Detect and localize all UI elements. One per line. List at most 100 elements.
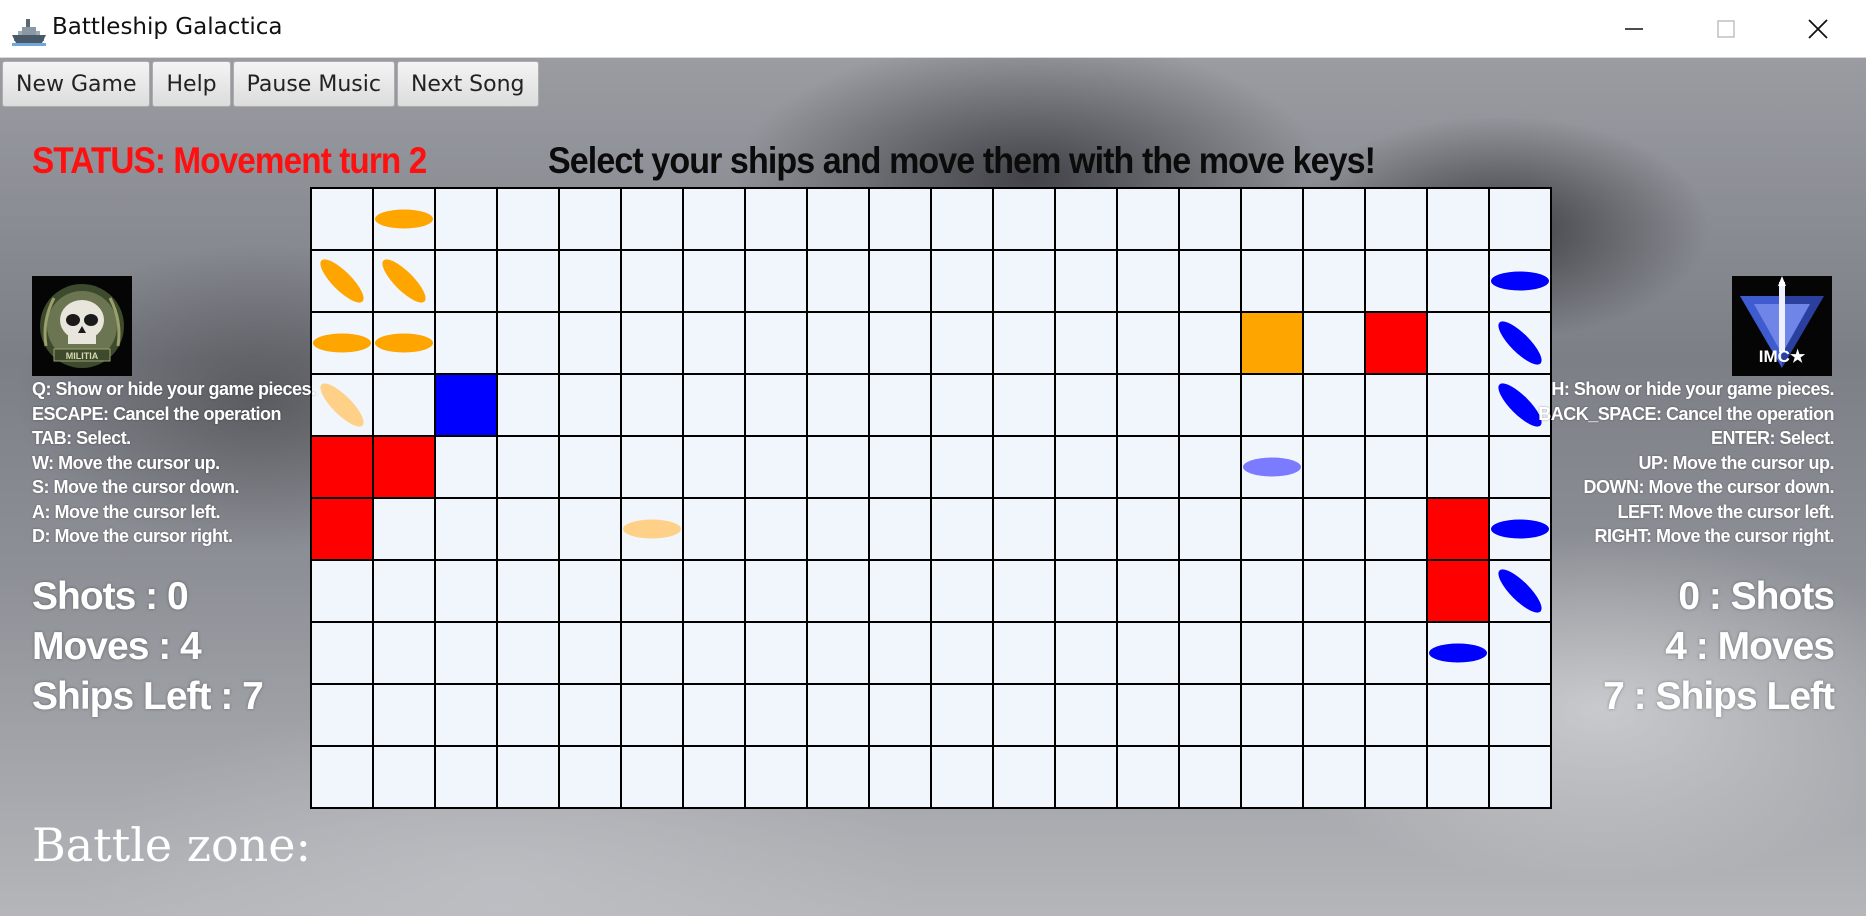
board-cell[interactable]: [684, 747, 744, 807]
board-cell[interactable]: [498, 375, 558, 435]
board-cell[interactable]: [312, 561, 372, 621]
board-cell[interactable]: [684, 499, 744, 559]
board-cell[interactable]: [1304, 437, 1364, 497]
board-cell[interactable]: [808, 437, 868, 497]
board-cell[interactable]: [684, 313, 744, 373]
board-cell[interactable]: [1304, 747, 1364, 807]
board-cell[interactable]: [932, 313, 992, 373]
orange-ship-piece[interactable]: [376, 253, 432, 309]
board-cell[interactable]: [870, 561, 930, 621]
board-cell[interactable]: [498, 251, 558, 311]
board-cell[interactable]: [1366, 561, 1426, 621]
board-cell[interactable]: [1118, 313, 1178, 373]
hit-cell[interactable]: [1366, 313, 1426, 373]
board-cell[interactable]: [498, 747, 558, 807]
board-cell[interactable]: [1180, 561, 1240, 621]
board-cell[interactable]: [1056, 189, 1116, 249]
board-cell[interactable]: [1056, 313, 1116, 373]
board-cell[interactable]: [374, 623, 434, 683]
board-cell[interactable]: [1428, 375, 1488, 435]
board-cell[interactable]: [312, 685, 372, 745]
board-cell[interactable]: [622, 375, 682, 435]
board-cell[interactable]: [684, 375, 744, 435]
board-cell[interactable]: [994, 747, 1054, 807]
board-cell[interactable]: [436, 685, 496, 745]
orange-ship-piece[interactable]: [375, 209, 433, 229]
board-cell[interactable]: [746, 437, 806, 497]
board-cell[interactable]: [1118, 747, 1178, 807]
board-cell[interactable]: [746, 375, 806, 435]
board-cell[interactable]: [994, 313, 1054, 373]
orange-ship-piece[interactable]: [623, 519, 681, 539]
board-cell[interactable]: [1490, 189, 1550, 249]
board-cell[interactable]: [1242, 685, 1302, 745]
hit-cell[interactable]: [1428, 499, 1488, 559]
board-cell[interactable]: [1304, 561, 1364, 621]
board-cell[interactable]: [1490, 747, 1550, 807]
hit-cell[interactable]: [1428, 561, 1488, 621]
board-cell[interactable]: [1118, 189, 1178, 249]
board-cell[interactable]: [994, 251, 1054, 311]
board-cell[interactable]: [1180, 685, 1240, 745]
selection-cursor-cell[interactable]: [1242, 313, 1302, 373]
board-cell[interactable]: [870, 251, 930, 311]
blue-ship-piece[interactable]: [1491, 271, 1549, 291]
board-cell[interactable]: [932, 499, 992, 559]
board-cell[interactable]: [436, 251, 496, 311]
board-cell[interactable]: [1242, 437, 1302, 497]
board-cell[interactable]: [1242, 499, 1302, 559]
board-cell[interactable]: [1118, 623, 1178, 683]
hit-cell[interactable]: [374, 437, 434, 497]
board-cell[interactable]: [498, 313, 558, 373]
board-cell[interactable]: [560, 561, 620, 621]
board-cell[interactable]: [374, 747, 434, 807]
next-song-button[interactable]: Next Song: [396, 61, 539, 107]
board-cell[interactable]: [1242, 623, 1302, 683]
board-cell[interactable]: [622, 561, 682, 621]
board-cell[interactable]: [374, 189, 434, 249]
board-cell[interactable]: [1428, 313, 1488, 373]
board-cell[interactable]: [870, 375, 930, 435]
board-cell[interactable]: [1118, 685, 1178, 745]
board-cell[interactable]: [560, 375, 620, 435]
board-cell[interactable]: [870, 747, 930, 807]
board-cell[interactable]: [1490, 685, 1550, 745]
board-cell[interactable]: [1428, 437, 1488, 497]
board-cell[interactable]: [808, 561, 868, 621]
board-cell[interactable]: [374, 685, 434, 745]
board-cell[interactable]: [1428, 189, 1488, 249]
board-cell[interactable]: [932, 561, 992, 621]
board-cell[interactable]: [746, 499, 806, 559]
board-cell[interactable]: [436, 313, 496, 373]
blue-ship-piece[interactable]: [1243, 457, 1301, 477]
board-cell[interactable]: [1304, 189, 1364, 249]
blue-ship-piece[interactable]: [1492, 315, 1548, 371]
game-board[interactable]: [310, 187, 1552, 809]
board-cell[interactable]: [1304, 313, 1364, 373]
board-cell[interactable]: [684, 561, 744, 621]
board-cell[interactable]: [312, 375, 372, 435]
board-cell[interactable]: [312, 189, 372, 249]
board-cell[interactable]: [312, 313, 372, 373]
board-cell[interactable]: [1056, 437, 1116, 497]
board-cell[interactable]: [1366, 499, 1426, 559]
board-cell[interactable]: [560, 189, 620, 249]
board-cell[interactable]: [622, 189, 682, 249]
board-cell[interactable]: [1428, 685, 1488, 745]
board-cell[interactable]: [622, 499, 682, 559]
board-cell[interactable]: [808, 747, 868, 807]
board-cell[interactable]: [1056, 561, 1116, 621]
board-cell[interactable]: [932, 623, 992, 683]
board-cell[interactable]: [1180, 623, 1240, 683]
board-cell[interactable]: [1304, 685, 1364, 745]
board-cell[interactable]: [870, 437, 930, 497]
orange-ship-piece[interactable]: [314, 377, 370, 433]
board-cell[interactable]: [1490, 561, 1550, 621]
board-cell[interactable]: [1180, 313, 1240, 373]
board-cell[interactable]: [932, 685, 992, 745]
board-cell[interactable]: [436, 747, 496, 807]
board-cell[interactable]: [746, 747, 806, 807]
board-cell[interactable]: [808, 685, 868, 745]
board-cell[interactable]: [622, 437, 682, 497]
board-cell[interactable]: [1242, 189, 1302, 249]
